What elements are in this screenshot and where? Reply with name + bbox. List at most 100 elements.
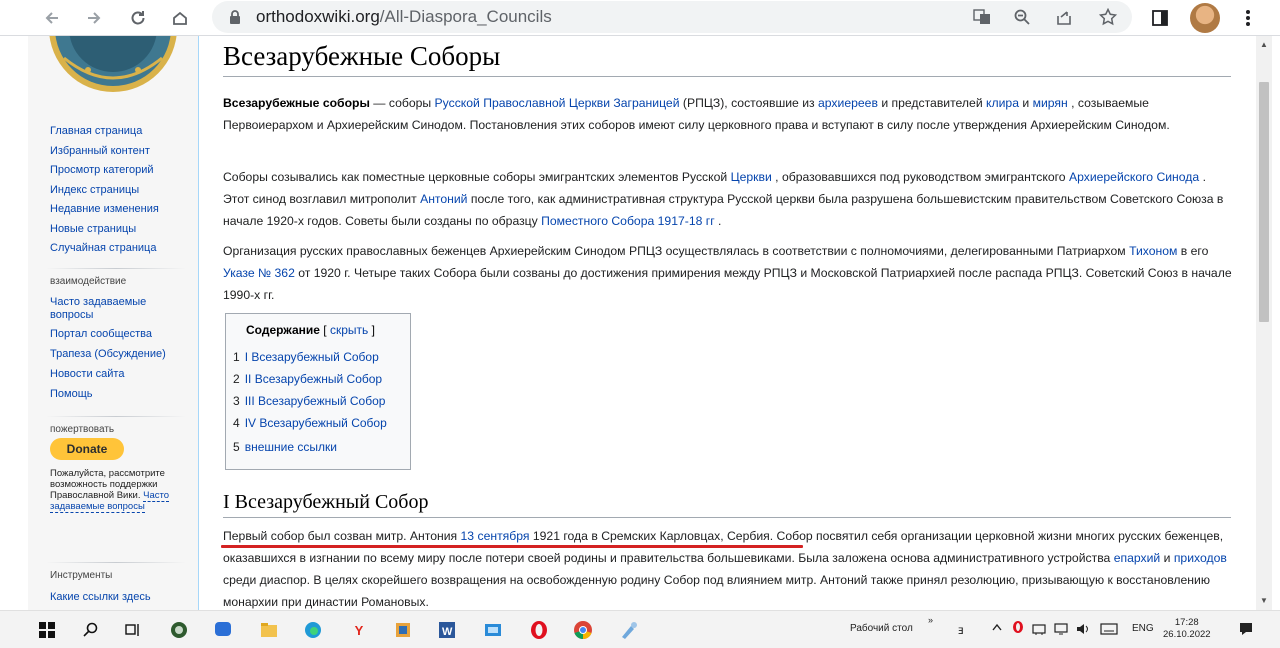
- toc-toggle-link[interactable]: скрыть: [330, 323, 368, 337]
- toc-item[interactable]: 1 I Всезарубежный Собор: [233, 350, 379, 364]
- link-parishes[interactable]: приходов: [1174, 551, 1227, 565]
- nav-faq-cont[interactable]: вопросы: [50, 309, 166, 322]
- tray-caret-icon[interactable]: [992, 623, 1002, 634]
- home-icon[interactable]: [166, 4, 194, 32]
- site-logo[interactable]: [42, 36, 184, 94]
- nav-faq[interactable]: Часто задаваемые: [50, 296, 166, 309]
- scroll-down-arrow-icon[interactable]: ▼: [1260, 596, 1268, 605]
- windows-start-icon[interactable]: [36, 619, 58, 641]
- portal-divider: [46, 416, 186, 417]
- donate-button[interactable]: Donate: [50, 438, 124, 460]
- monitor-icon[interactable]: [1054, 623, 1068, 638]
- menu-dots-icon[interactable]: [1234, 4, 1262, 32]
- app-square-icon[interactable]: [392, 619, 414, 641]
- task-view-icon[interactable]: [122, 619, 144, 641]
- toc-item[interactable]: 4 IV Всезарубежный Собор: [233, 416, 387, 430]
- share-icon[interactable]: [1052, 5, 1076, 29]
- yandex-browser-icon[interactable]: Y: [348, 619, 370, 641]
- system-clock[interactable]: 17:28 26.10.2022: [1163, 617, 1211, 641]
- photos-icon[interactable]: [482, 619, 504, 641]
- nav-discussion[interactable]: Трапеза (Обсуждение): [50, 348, 166, 361]
- toc-item[interactable]: 2 II Всезарубежный Собор: [233, 372, 382, 386]
- back-arrow-icon[interactable]: [38, 4, 66, 32]
- link-tikhon[interactable]: Тихоном: [1129, 244, 1177, 258]
- term-bold: Всезарубежные соборы: [223, 96, 370, 110]
- url-text[interactable]: orthodoxwiki.org/All-Diaspora_Councils: [256, 7, 552, 27]
- lock-icon[interactable]: [228, 9, 244, 25]
- vertical-scrollbar[interactable]: ▲ ▼: [1256, 36, 1272, 610]
- nav-help[interactable]: Помощь: [50, 388, 166, 401]
- nav-featured-content[interactable]: Избранный контент: [50, 142, 159, 162]
- person-icon[interactable]: ⱻ: [958, 623, 964, 637]
- toc-label[interactable]: I Всезарубежный Собор: [245, 350, 379, 364]
- donate-note: Пожалуйста, рассмотрите возможность подд…: [50, 468, 180, 513]
- keyboard-icon[interactable]: [1100, 623, 1118, 638]
- toc-item[interactable]: 3 III Всезарубежный Собор: [233, 394, 385, 408]
- edge-browser-icon[interactable]: [302, 619, 324, 641]
- toc-number: 5: [233, 440, 240, 454]
- scroll-up-arrow-icon[interactable]: ▲: [1260, 40, 1268, 49]
- app-chat-icon[interactable]: [212, 619, 234, 641]
- link-bishops[interactable]: архиереев: [818, 96, 878, 110]
- nav-community-portal[interactable]: Портал сообщества: [50, 328, 166, 341]
- link-sept-13[interactable]: 13 сентября: [461, 529, 530, 543]
- search-icon[interactable]: [80, 619, 102, 641]
- forward-arrow-icon[interactable]: [80, 4, 108, 32]
- windows-taskbar: Y W Рабочий стол » ⱻ ENG 17:28 26.10.202…: [0, 610, 1280, 648]
- nav-browse-categories[interactable]: Просмотр категорий: [50, 161, 159, 181]
- nav-recent-changes[interactable]: Недавние изменения: [50, 200, 159, 220]
- paint-icon[interactable]: [618, 619, 640, 641]
- link-clergy[interactable]: клира: [986, 96, 1019, 110]
- toc-label[interactable]: II Всезарубежный Собор: [245, 372, 382, 386]
- address-bar[interactable]: orthodoxwiki.org/All-Diaspora_Councils: [212, 1, 1132, 33]
- bookmark-star-icon[interactable]: [1096, 5, 1120, 29]
- side-panel-icon[interactable]: [1146, 4, 1174, 32]
- file-explorer-icon[interactable]: [258, 619, 280, 641]
- link-anthony[interactable]: Антоний: [420, 192, 467, 206]
- window-gutter-right: [1272, 36, 1280, 610]
- scrollbar-thumb[interactable]: [1259, 82, 1269, 322]
- link-decree-362[interactable]: Указе № 362: [223, 266, 295, 280]
- translate-icon[interactable]: [970, 5, 994, 29]
- text-run: , образовавшихся под руководством эмигра…: [771, 170, 1069, 184]
- text-run: и представителей: [877, 96, 987, 110]
- chrome-icon[interactable]: [572, 619, 594, 641]
- text-run: (РПЦЗ), состоявшие из: [679, 96, 819, 110]
- nav-random-page[interactable]: Случайная страница: [50, 239, 159, 259]
- link-synod[interactable]: Архиерейского Синода: [1069, 170, 1199, 184]
- nav-what-links-here[interactable]: Какие ссылки здесь: [50, 588, 151, 608]
- toc-label[interactable]: внешние ссылки: [245, 440, 337, 454]
- chevron-icon[interactable]: »: [928, 615, 933, 625]
- app-circle-icon[interactable]: [168, 619, 190, 641]
- profile-avatar[interactable]: [1190, 3, 1220, 33]
- opera-tray-icon[interactable]: [1012, 620, 1024, 637]
- desktop-label[interactable]: Рабочий стол: [850, 623, 913, 634]
- link-church[interactable]: Церкви: [731, 170, 772, 184]
- notifications-icon[interactable]: [1238, 621, 1254, 640]
- volume-icon[interactable]: [1076, 623, 1090, 638]
- reload-icon[interactable]: [124, 4, 152, 32]
- nav-site-news[interactable]: Новости сайта: [50, 368, 166, 381]
- toc-number: 3: [233, 394, 240, 408]
- web-page: Главная страница Избранный контент Просм…: [28, 36, 1260, 610]
- toc-label[interactable]: III Всезарубежный Собор: [245, 394, 386, 408]
- word-icon[interactable]: W: [436, 619, 458, 641]
- opera-icon[interactable]: [528, 619, 550, 641]
- text-run: .: [714, 214, 722, 228]
- language-indicator[interactable]: ENG: [1132, 623, 1154, 634]
- table-of-contents: Содержание [ скрыть ] 1 I Всезарубежный С…: [225, 313, 411, 470]
- toc-item[interactable]: 5 внешние ссылки: [233, 440, 337, 454]
- zoom-icon[interactable]: [1010, 5, 1034, 29]
- link-dioceses[interactable]: епархий: [1114, 551, 1161, 565]
- link-local-council[interactable]: Поместного Собора 1917-18 гг: [541, 214, 715, 228]
- nav-new-pages[interactable]: Новые страницы: [50, 220, 159, 240]
- network-icon[interactable]: [1032, 623, 1046, 638]
- toc-label[interactable]: IV Всезарубежный Собор: [245, 416, 387, 430]
- link-rocor[interactable]: Русской Православной Церкви Заграницей: [435, 96, 680, 110]
- portal-divider: [46, 268, 186, 269]
- nav-main-page[interactable]: Главная страница: [50, 122, 159, 142]
- link-laity[interactable]: мирян: [1033, 96, 1068, 110]
- nav-page-index[interactable]: Индекс страницы: [50, 181, 159, 201]
- tools-navigation: Какие ссылки здесь: [50, 588, 151, 608]
- text-run: — соборы: [369, 96, 435, 110]
